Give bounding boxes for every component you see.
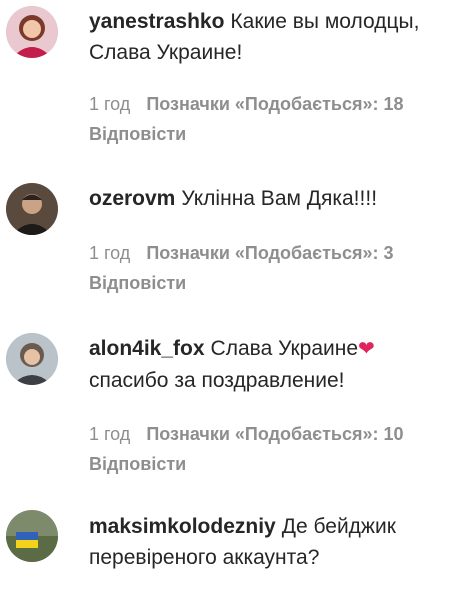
avatar[interactable] bbox=[6, 183, 58, 235]
username-link[interactable]: alon4ik_fox bbox=[89, 337, 205, 360]
heart-emoji-icon: ❤ bbox=[358, 338, 375, 360]
comment-body: Слава Украине bbox=[210, 337, 359, 360]
username-link[interactable]: ozerovm bbox=[89, 187, 175, 210]
reply-button[interactable]: Відповісти bbox=[89, 268, 459, 298]
avatar[interactable] bbox=[6, 333, 58, 385]
comment-body: Какие вы молодцы, bbox=[230, 10, 420, 33]
likes-count-button[interactable]: Позначки «Подобається»: 3 bbox=[146, 243, 393, 263]
comment-meta: 1 год Позначки «Подобається»: 10 Відповіс… bbox=[89, 419, 459, 479]
comment-body-line2: спасибо за поздравление! bbox=[89, 369, 345, 392]
timestamp[interactable]: 1 год bbox=[89, 424, 130, 444]
timestamp[interactable]: 1 год bbox=[89, 243, 130, 263]
comment-body: Уклінна Вам Дяка!!!! bbox=[181, 187, 378, 210]
likes-count-button[interactable]: Позначки «Подобається»: 18 bbox=[146, 94, 403, 114]
avatar[interactable] bbox=[6, 6, 58, 58]
avatar[interactable] bbox=[6, 510, 58, 562]
comment-text: yanestrashko Какие вы молодцы, Слава Укра… bbox=[89, 6, 459, 68]
username-link[interactable]: yanestrashko bbox=[89, 10, 224, 33]
comment-meta: 1 год Позначки «Подобається»: 18 Відповіс… bbox=[89, 89, 459, 149]
timestamp[interactable]: 1 год bbox=[89, 94, 130, 114]
reply-button[interactable]: Відповісти bbox=[89, 449, 459, 479]
comment-meta: 1 год Позначки «Подобається»: 3 Відповіст… bbox=[89, 238, 459, 298]
username-link[interactable]: maksimkolodezniy bbox=[89, 515, 276, 538]
comment-text: alon4ik_fox Слава Украине❤ спасибо за поз… bbox=[89, 333, 459, 396]
comment-body-line2: Слава Украине! bbox=[89, 41, 243, 64]
comment-body-line2: перевіреного аккаунта? bbox=[89, 546, 320, 569]
comment-body: Де бейджик bbox=[281, 515, 396, 538]
comment-text: ozerovm Уклінна Вам Дяка!!!! bbox=[89, 183, 459, 214]
likes-count-button[interactable]: Позначки «Подобається»: 10 bbox=[146, 424, 403, 444]
reply-button[interactable]: Відповісти bbox=[89, 119, 459, 149]
comment-text: maksimkolodezniy Де бейджик перевіреного … bbox=[89, 511, 459, 573]
